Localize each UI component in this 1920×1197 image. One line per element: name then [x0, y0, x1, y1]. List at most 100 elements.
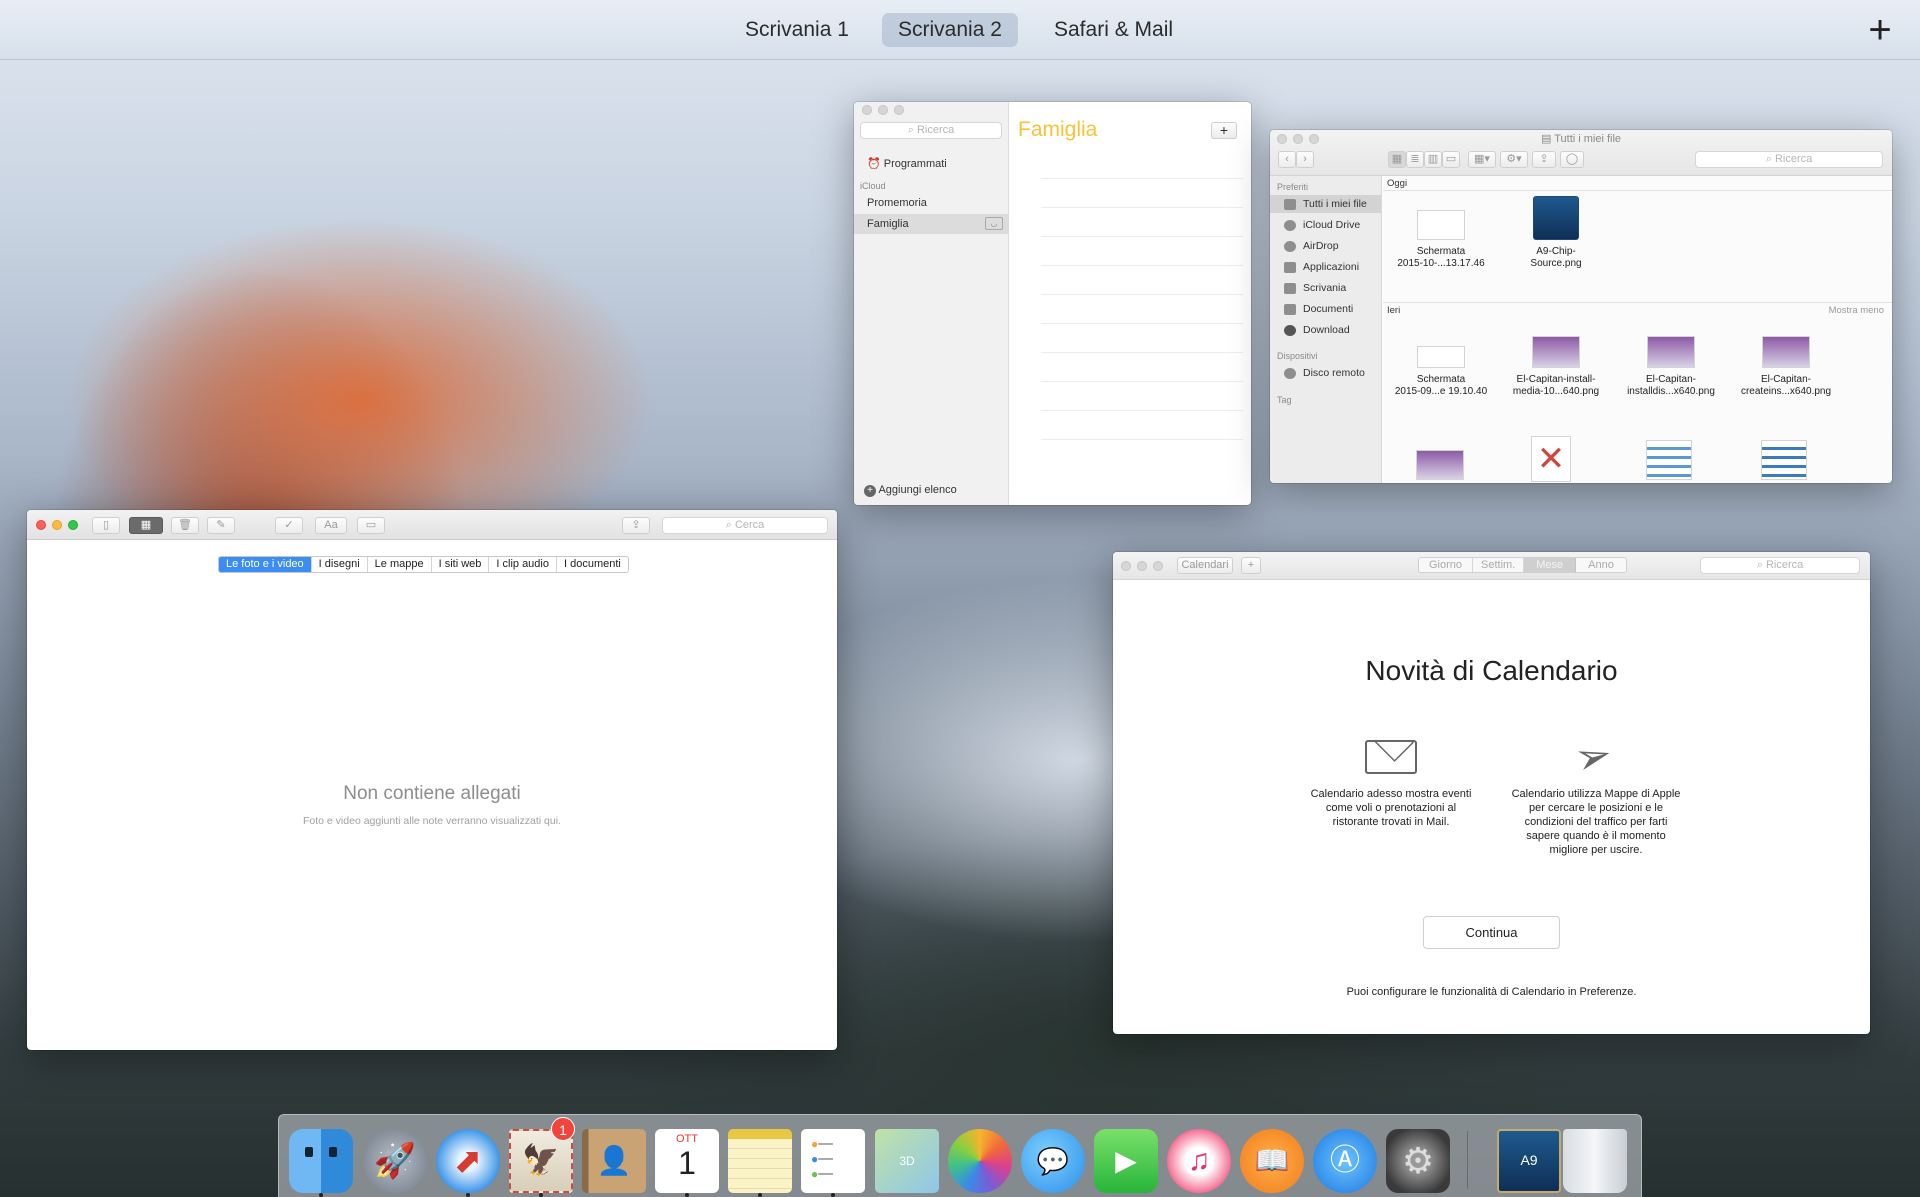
sidebar-item-airdrop[interactable]: AirDrop: [1270, 237, 1381, 255]
itunes-icon[interactable]: ♫: [1167, 1129, 1231, 1193]
file-item[interactable]: Schermata 2015-09...e 19.10.40: [1386, 346, 1496, 398]
icon-view-button[interactable]: ▦: [1388, 151, 1406, 168]
close-button[interactable]: [862, 105, 872, 115]
list-view-button[interactable]: ≣: [1406, 151, 1424, 168]
sidebar-item-documenti[interactable]: Documenti: [1270, 300, 1381, 318]
checklist-button[interactable]: ✓: [275, 517, 303, 534]
xcode-thumbnail[interactable]: ✕: [1531, 436, 1571, 482]
tab-documents[interactable]: I documenti: [556, 557, 628, 572]
back-button[interactable]: ‹: [1278, 151, 1296, 168]
file-item[interactable]: El-Capitan- createins...x640.png: [1731, 336, 1841, 398]
sidebar-item-icloud-drive[interactable]: iCloud Drive: [1270, 216, 1381, 234]
arrange-button[interactable]: ▦▾: [1468, 151, 1496, 168]
media-button[interactable]: ▭: [357, 517, 385, 534]
sidebar-item-applicazioni[interactable]: Applicazioni: [1270, 258, 1381, 276]
file-name: Schermata: [1416, 374, 1466, 385]
sidebar-item-disco-remoto[interactable]: Disco remoto: [1270, 364, 1381, 382]
document-thumbnail[interactable]: [1646, 440, 1692, 480]
file-item[interactable]: Schermata 2015-10-...13.17.46: [1386, 210, 1496, 270]
system-preferences-icon[interactable]: ⚙: [1386, 1129, 1450, 1193]
add-space-button[interactable]: +: [1860, 8, 1900, 52]
image-thumbnail[interactable]: [1416, 450, 1464, 480]
sidebar-item-download[interactable]: Download: [1270, 321, 1381, 339]
share-button[interactable]: ⇪: [622, 517, 650, 534]
app-store-icon[interactable]: Ⓐ: [1313, 1129, 1377, 1193]
tab-audio[interactable]: I clip audio: [489, 557, 557, 572]
feature-mail-events: Calendario adesso mostra eventi come vol…: [1310, 788, 1472, 828]
messages-icon[interactable]: 💬: [1021, 1129, 1085, 1193]
sidebar-item-scrivania[interactable]: Scrivania: [1270, 279, 1381, 297]
document-thumbnail[interactable]: [1761, 440, 1807, 480]
add-event-button[interactable]: +: [1241, 557, 1261, 574]
launchpad-icon[interactable]: 🚀: [363, 1129, 427, 1193]
finder-window[interactable]: ▤ Tutti i miei file ‹ › ▦ ≣ ▥ ▭ ▦▾ ⚙▾ ⇪ …: [1270, 130, 1892, 483]
scheduled-item[interactable]: ⏰ Programmati: [854, 154, 1009, 174]
add-list-button[interactable]: + Aggiungi elenco: [854, 480, 1009, 500]
downloads-stack-icon[interactable]: A9: [1497, 1129, 1561, 1193]
reminders-search-input[interactable]: ⌕ Ricerca: [860, 122, 1002, 139]
calendar-toolbar: Calendari + Giorno Settim. Mese Anno ⌕ R…: [1113, 552, 1870, 580]
space-tab-safari-mail[interactable]: Safari & Mail: [1038, 13, 1189, 47]
finder-search-input[interactable]: ⌕ Ricerca: [1695, 151, 1883, 168]
cover-flow-button[interactable]: ▭: [1442, 151, 1460, 168]
zoom-button[interactable]: [68, 520, 78, 530]
finder-icon[interactable]: [289, 1129, 353, 1193]
minimize-button[interactable]: [878, 105, 888, 115]
tab-drawings[interactable]: I disegni: [311, 557, 368, 572]
file-item[interactable]: El-Capitan- installdis...x640.png: [1616, 336, 1726, 398]
tab-photos-videos[interactable]: Le foto e i video: [219, 557, 312, 572]
continue-button[interactable]: Continua: [1423, 916, 1560, 949]
action-gear-button[interactable]: ⚙▾: [1500, 151, 1528, 168]
notes-search-input[interactable]: ⌕ Cerca: [662, 517, 828, 534]
zoom-button[interactable]: [1153, 561, 1163, 571]
search-placeholder: Ricerca: [916, 124, 955, 136]
space-tab-scrivania-1[interactable]: Scrivania 1: [729, 13, 865, 47]
calendars-button[interactable]: Calendari: [1177, 557, 1233, 574]
sidebar-item-label: iCloud Drive: [1303, 219, 1361, 231]
delete-button[interactable]: 🗑: [171, 517, 199, 534]
reminders-icon[interactable]: ●━━ ●━━ ●━━: [801, 1129, 865, 1193]
toggle-sidebar-button[interactable]: ▯: [92, 517, 120, 534]
file-item[interactable]: El-Capitan-install- media-10...640.png: [1501, 336, 1611, 398]
reminders-window[interactable]: ⌕ Ricerca ⏰ Programmati iCloud Promemori…: [854, 102, 1251, 505]
a9-chip-thumbnail: [1533, 196, 1579, 240]
view-month[interactable]: Mese: [1524, 558, 1577, 572]
contacts-icon[interactable]: 👤: [582, 1129, 646, 1193]
view-year[interactable]: Anno: [1576, 558, 1626, 572]
calendar-window[interactable]: Calendari + Giorno Settim. Mese Anno ⌕ R…: [1113, 552, 1870, 1034]
notes-icon[interactable]: [728, 1129, 792, 1193]
photos-icon[interactable]: [948, 1129, 1012, 1193]
file-item[interactable]: A9-Chip- Source.png: [1501, 196, 1611, 270]
attachments-browser-button[interactable]: ▦: [129, 517, 163, 534]
view-day[interactable]: Giorno: [1419, 558, 1474, 572]
close-button[interactable]: [36, 520, 46, 530]
tab-maps[interactable]: Le mappe: [367, 557, 432, 572]
share-button[interactable]: ⇪: [1532, 151, 1556, 168]
minimize-button[interactable]: [52, 520, 62, 530]
ibooks-icon[interactable]: 📖: [1240, 1129, 1304, 1193]
trash-icon[interactable]: [1563, 1129, 1627, 1193]
notes-window[interactable]: ▯ ▦ 🗑 ✎ ✓ Aa ▭ ⇪ ⌕ Cerca Le foto e i vid…: [27, 510, 837, 1050]
view-week[interactable]: Settim.: [1473, 558, 1525, 572]
tag-button[interactable]: ◯: [1560, 151, 1584, 168]
close-button[interactable]: [1121, 561, 1131, 571]
calendar-search-input[interactable]: ⌕ Ricerca: [1700, 557, 1860, 574]
safari-icon[interactable]: ⬈: [436, 1129, 500, 1193]
column-view-button[interactable]: ▥: [1424, 151, 1442, 168]
space-tab-scrivania-2[interactable]: Scrivania 2: [882, 13, 1018, 47]
tab-websites[interactable]: I siti web: [431, 557, 490, 572]
file-name-line2: media-10...640.png: [1512, 386, 1600, 397]
list-item-promemoria[interactable]: Promemoria: [854, 193, 1009, 213]
forward-button[interactable]: ›: [1296, 151, 1314, 168]
sidebar-item-tutti-i-miei-file[interactable]: Tutti i miei file: [1270, 195, 1381, 213]
zoom-button[interactable]: [894, 105, 904, 115]
facetime-icon[interactable]: ▶: [1094, 1129, 1158, 1193]
show-less-link[interactable]: Mostra meno: [1829, 303, 1884, 318]
compose-button[interactable]: ✎: [207, 517, 235, 534]
list-item-famiglia[interactable]: Famiglia ◟◞: [854, 214, 1009, 234]
maps-icon[interactable]: 3D: [875, 1129, 939, 1193]
calendar-icon[interactable]: OTT 1: [655, 1129, 719, 1193]
minimize-button[interactable]: [1137, 561, 1147, 571]
add-reminder-button[interactable]: +: [1211, 122, 1237, 139]
font-button[interactable]: Aa: [315, 517, 347, 534]
